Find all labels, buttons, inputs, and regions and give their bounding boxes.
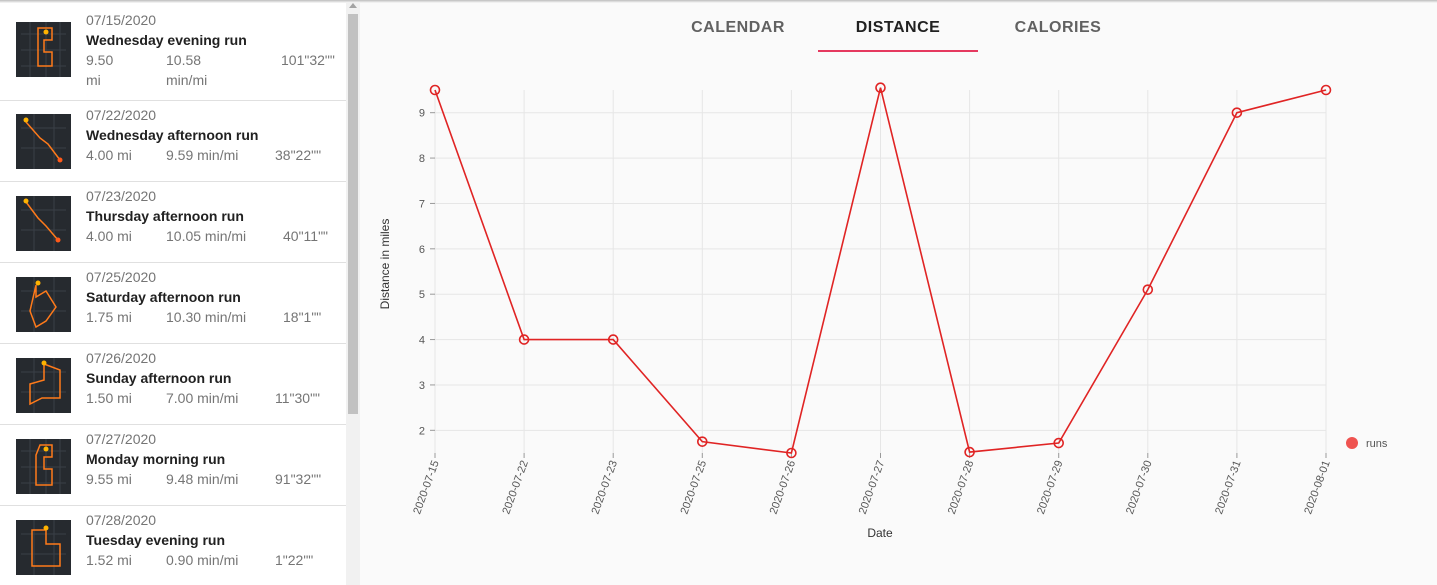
tab-calendar[interactable]: CALENDAR xyxy=(658,0,818,52)
run-distance: 4.00 mi xyxy=(86,228,132,244)
run-date: 07/26/2020 xyxy=(86,350,157,366)
run-title: Tuesday evening run xyxy=(86,532,225,548)
x-tick-label: 2020-07-28 xyxy=(946,459,977,516)
y-tick-label: 4 xyxy=(419,335,425,347)
run-duration: 18"1"" xyxy=(283,309,322,325)
y-tick-label: 2 xyxy=(419,425,425,437)
y-tick-label: 8 xyxy=(419,153,425,165)
y-axis-ticks: 2 3 4 5 6 7 8 9 xyxy=(419,108,435,437)
run-duration: 38"22"" xyxy=(275,147,322,163)
run-item[interactable]: 07/15/2020 Wednesday evening run 9.50 mi… xyxy=(0,0,346,101)
route-map-thumbnail xyxy=(16,358,71,413)
run-item[interactable]: 07/23/2020 Thursday afternoon run 4.00 m… xyxy=(0,182,346,263)
view-tabs: CALENDAR DISTANCE CALORIES xyxy=(658,0,1138,54)
run-distance: 9.50 xyxy=(86,52,114,68)
tab-distance[interactable]: DISTANCE xyxy=(818,0,978,52)
run-duration: 40"11"" xyxy=(283,228,329,244)
run-title: Sunday afternoon run xyxy=(86,370,232,386)
route-map-thumbnail xyxy=(16,22,71,77)
run-pace: 9.59 min/mi xyxy=(166,147,239,163)
run-date: 07/25/2020 xyxy=(86,269,157,285)
run-list[interactable]: 07/15/2020 Wednesday evening run 9.50 mi… xyxy=(0,0,347,585)
run-date: 07/27/2020 xyxy=(86,431,157,447)
x-tick-label: 2020-07-23 xyxy=(589,459,620,516)
run-distance: 9.55 mi xyxy=(86,471,132,487)
run-pace: 10.58 xyxy=(166,52,202,68)
x-tick-label: 2020-07-30 xyxy=(1124,459,1155,516)
legend-label: runs xyxy=(1366,438,1388,450)
route-map-thumbnail xyxy=(16,520,71,575)
y-tick-label: 7 xyxy=(419,198,425,210)
run-date: 07/22/2020 xyxy=(86,107,157,123)
run-pace: 10.05 min/mi xyxy=(166,228,247,244)
run-title: Wednesday evening run xyxy=(86,32,247,48)
tab-calories[interactable]: CALORIES xyxy=(978,0,1138,52)
run-pace: 9.48 min/mi xyxy=(166,471,239,487)
run-pace: 10.30 min/mi xyxy=(166,309,247,325)
run-distance: 1.50 mi xyxy=(86,390,132,406)
run-title: Monday morning run xyxy=(86,451,226,467)
route-map-thumbnail xyxy=(16,277,71,332)
scrollbar-thumb[interactable] xyxy=(348,14,358,414)
x-tick-label: 2020-07-15 xyxy=(411,459,442,516)
run-title: Saturday afternoon run xyxy=(86,289,241,305)
run-duration: 101"32"" xyxy=(281,52,335,68)
run-date: 07/15/2020 xyxy=(86,12,157,28)
run-distance: 1.52 mi xyxy=(86,552,132,568)
run-title: Wednesday afternoon run xyxy=(86,127,259,143)
run-item[interactable]: 07/28/2020 Tuesday evening run 1.52 mi 0… xyxy=(0,506,346,585)
chart-grid xyxy=(434,90,1327,453)
x-tick-label: 2020-07-22 xyxy=(500,459,531,516)
run-item[interactable]: 07/27/2020 Monday morning run 9.55 mi 9.… xyxy=(0,425,346,506)
y-tick-label: 9 xyxy=(419,108,425,120)
distance-chart: 23456789 2020-07-15 2020-07-22 2020-07-23 2… xyxy=(378,82,1388,540)
run-date: 07/28/2020 xyxy=(86,512,157,528)
run-pace: 0.90 min/mi xyxy=(166,552,239,568)
top-shadow xyxy=(0,0,1437,3)
run-title: Thursday afternoon run xyxy=(86,208,244,224)
legend-marker xyxy=(1346,437,1358,449)
route-map-thumbnail xyxy=(16,439,71,494)
run-duration: 1"22"" xyxy=(275,552,314,568)
scroll-up-arrow-icon[interactable] xyxy=(349,3,357,8)
x-axis-ticks: 2020-07-15 2020-07-22 2020-07-23 2020-07-25… xyxy=(411,453,1333,516)
run-pace: 7.00 min/mi xyxy=(166,390,239,406)
route-map-thumbnail xyxy=(16,114,71,169)
run-pace-unit: min/mi xyxy=(166,72,208,88)
run-date: 07/23/2020 xyxy=(86,188,157,204)
run-distance: 1.75 mi xyxy=(86,309,132,325)
y-tick-label: 6 xyxy=(419,244,425,256)
run-distance-unit: mi xyxy=(86,72,101,88)
x-tick-label: 2020-07-31 xyxy=(1213,459,1244,516)
sidebar-scrollbar[interactable] xyxy=(346,0,360,585)
x-tick-label: 2020-07-25 xyxy=(679,459,710,516)
x-axis-label: Date xyxy=(867,526,893,540)
x-tick-label: 2020-07-27 xyxy=(857,459,888,516)
run-distance: 4.00 mi xyxy=(86,147,132,163)
active-tab-indicator xyxy=(818,50,978,52)
x-tick-label: 2020-07-29 xyxy=(1035,459,1066,516)
x-tick-label: 2020-07-26 xyxy=(768,459,799,516)
run-item[interactable]: 07/25/2020 Saturday afternoon run 1.75 m… xyxy=(0,263,346,344)
y-tick-label: 3 xyxy=(419,380,425,392)
y-axis-label: Distance in miles xyxy=(378,219,392,310)
run-duration: 11"30"" xyxy=(275,390,321,406)
run-duration: 91"32"" xyxy=(275,471,322,487)
y-tick-label: 5 xyxy=(419,289,425,301)
run-item[interactable]: 07/22/2020 Wednesday afternoon run 4.00 … xyxy=(0,101,346,182)
x-tick-label: 2020-08-01 xyxy=(1302,459,1333,516)
route-map-thumbnail xyxy=(16,196,71,251)
run-item[interactable]: 07/26/2020 Sunday afternoon run 1.50 mi … xyxy=(0,344,346,425)
